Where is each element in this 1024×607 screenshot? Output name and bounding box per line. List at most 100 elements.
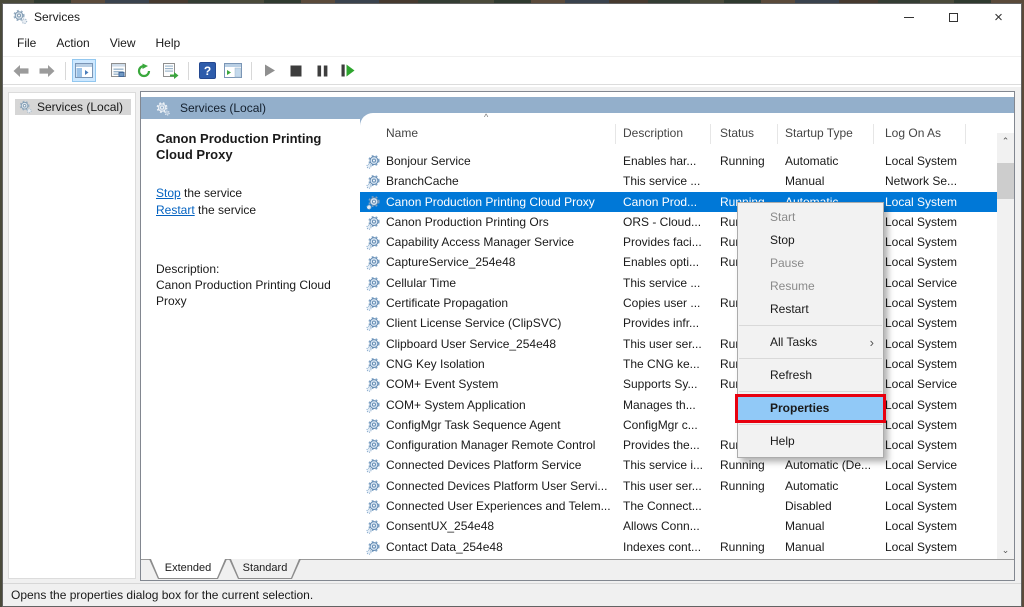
properties-icon[interactable] (106, 59, 130, 82)
column-header-startup[interactable]: Startup Type (785, 126, 853, 140)
service-row[interactable]: Connected User Experiences and Telem... … (360, 496, 997, 516)
scroll-down-icon[interactable]: ⌄ (997, 542, 1014, 559)
context-menu-item[interactable]: Refresh (738, 364, 883, 387)
statusbar: Opens the properties dialog box for the … (3, 583, 1021, 606)
cell-description: This service i... (623, 455, 715, 475)
menu-file[interactable]: File (7, 30, 46, 56)
stop-service-icon[interactable] (284, 59, 308, 82)
service-row[interactable]: ConfigMgr Task Sequence Agent ConfigMgr … (360, 415, 997, 435)
context-menu-item[interactable]: Properties (738, 397, 883, 420)
show-console-tree-icon[interactable] (72, 59, 96, 82)
help-icon[interactable]: ? (195, 59, 219, 82)
service-gear-icon (366, 276, 381, 291)
menu-view[interactable]: View (100, 30, 146, 56)
service-gear-icon (366, 479, 381, 494)
restart-service-icon[interactable] (336, 59, 360, 82)
column-divider[interactable] (873, 124, 874, 144)
column-header-logon[interactable]: Log On As (885, 126, 941, 140)
cell-name: ConsentUX_254e48 (386, 516, 614, 536)
service-row[interactable]: Certificate Propagation Copies user ... … (360, 293, 997, 313)
service-row[interactable]: Bonjour Service Enables har... Running A… (360, 151, 997, 171)
service-gear-icon (366, 540, 381, 555)
service-row[interactable]: CaptureService_254e48 Enables opti... Ru… (360, 252, 997, 272)
service-gear-icon (366, 398, 381, 413)
column-header-description[interactable]: Description (623, 126, 683, 140)
service-row[interactable]: Cellular Time This service ... Local Ser… (360, 273, 997, 293)
console-tree-panel: Services (Local) (8, 92, 136, 579)
service-row[interactable]: Configuration Manager Remote Control Pro… (360, 435, 997, 455)
service-row[interactable]: ConsentUX_254e48 Allows Conn... Manual L… (360, 516, 997, 536)
close-button[interactable]: × (976, 4, 1021, 30)
service-row[interactable]: COM+ Event System Supports Sy... Running… (360, 374, 997, 394)
restart-service-link[interactable]: Restart (156, 203, 195, 217)
cell-startup-type: Manual (785, 171, 880, 191)
service-row[interactable]: BranchCache This service ... Manual Netw… (360, 171, 997, 191)
context-menu-item[interactable] (739, 358, 882, 359)
cell-name: COM+ Event System (386, 374, 614, 394)
back-icon[interactable] (9, 59, 33, 82)
service-row[interactable]: Connected Devices Platform User Servi...… (360, 476, 997, 496)
column-divider[interactable] (710, 124, 711, 144)
vertical-scrollbar[interactable]: ⌃ ⌄ (997, 133, 1014, 559)
scrollbar-thumb[interactable] (997, 163, 1014, 199)
service-row[interactable]: Connected Devices Platform Service This … (360, 455, 997, 475)
service-row[interactable]: CNG Key Isolation The CNG ke... Running … (360, 354, 997, 374)
scroll-up-icon[interactable]: ⌃ (997, 133, 1014, 150)
column-divider[interactable] (777, 124, 778, 144)
submenu-arrow-icon: › (870, 331, 874, 354)
service-gear-icon (366, 235, 381, 250)
column-divider[interactable] (965, 124, 966, 144)
cell-name: Connected Devices Platform User Servi... (386, 476, 614, 496)
refresh-icon[interactable] (132, 59, 156, 82)
cell-description: Supports Sy... (623, 374, 715, 394)
start-service-icon[interactable] (258, 59, 282, 82)
service-row[interactable]: Clipboard User Service_254e48 This user … (360, 334, 997, 354)
show-action-pane-icon[interactable] (221, 59, 245, 82)
cell-startup-type: Disabled (785, 496, 880, 516)
service-gear-icon (366, 195, 381, 210)
context-menu-item[interactable] (739, 391, 882, 392)
stop-service-link[interactable]: Stop (156, 186, 181, 200)
service-row[interactable]: Canon Production Printing Cloud Proxy Ca… (360, 192, 997, 212)
tree-item-services-local[interactable]: Services (Local) (15, 99, 131, 115)
tab-standard-label: Standard (230, 559, 300, 578)
menu-help[interactable]: Help (146, 30, 191, 56)
export-list-icon[interactable] (158, 59, 182, 82)
context-menu-item[interactable] (739, 325, 882, 326)
context-menu-item[interactable]: Resume (738, 275, 883, 298)
service-row[interactable]: Contact Data_254e48 Indexes cont... Runn… (360, 537, 997, 557)
description-label: Description: (156, 261, 356, 277)
toolbar: ? (3, 57, 1021, 85)
cell-description: Indexes cont... (623, 537, 715, 557)
cell-log-on-as: Local System (885, 476, 997, 496)
list-header: ^ Name Description Status Startup Type L… (360, 113, 997, 151)
context-menu-item[interactable] (739, 424, 882, 425)
cell-log-on-as: Local System (885, 232, 997, 252)
menu-action[interactable]: Action (46, 30, 99, 56)
cell-name: Connected User Experiences and Telem... (386, 496, 614, 516)
context-menu-item[interactable]: All Tasks › (738, 331, 883, 354)
pause-service-icon[interactable] (310, 59, 334, 82)
service-row[interactable]: Canon Production Printing Ors ORS - Clou… (360, 212, 997, 232)
column-header-status[interactable]: Status (720, 126, 754, 140)
cell-log-on-as: Local System (885, 415, 997, 435)
column-header-name[interactable]: Name (386, 126, 418, 140)
context-menu-item[interactable]: Start (738, 206, 883, 229)
service-row[interactable]: Capability Access Manager Service Provid… (360, 232, 997, 252)
service-gear-icon (366, 215, 381, 230)
cell-log-on-as: Local Service (885, 273, 997, 293)
context-menu-item[interactable]: Restart (738, 298, 883, 321)
context-menu-item[interactable]: Pause (738, 252, 883, 275)
minimize-button[interactable] (886, 4, 931, 30)
context-menu-item[interactable]: Stop (738, 229, 883, 252)
service-row[interactable]: COM+ System Application Manages th... Lo… (360, 395, 997, 415)
tab-extended[interactable]: Extended (149, 559, 227, 579)
forward-icon[interactable] (35, 59, 59, 82)
column-divider[interactable] (615, 124, 616, 144)
tab-standard[interactable]: Standard (229, 559, 301, 579)
context-menu-item[interactable]: Help (738, 430, 883, 453)
cell-status: Running (720, 455, 782, 475)
service-row[interactable]: Client License Service (ClipSVC) Provide… (360, 313, 997, 333)
maximize-button[interactable] (931, 4, 976, 30)
cell-description: Copies user ... (623, 293, 715, 313)
